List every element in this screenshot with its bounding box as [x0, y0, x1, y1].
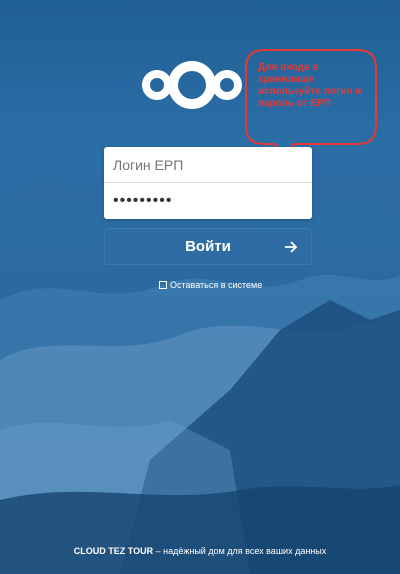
arrow-right-icon: [285, 241, 298, 253]
remember-me[interactable]: Оставаться в системе: [159, 280, 262, 290]
login-button-label: Войти: [185, 238, 231, 255]
cloud-logo-icon: [142, 61, 242, 109]
footer-tagline: – надёжный дом для всех ваших данных: [153, 546, 327, 556]
hint-text: Для входа в хранилище используйте логин …: [258, 62, 362, 109]
footer: CLOUD TEZ TOUR – надёжный дом для всех в…: [0, 546, 400, 556]
password-field[interactable]: •••••••••: [104, 183, 312, 219]
login-input[interactable]: [104, 147, 312, 183]
footer-brand: CLOUD TEZ TOUR: [73, 546, 154, 556]
login-button[interactable]: Войти: [104, 228, 312, 265]
remember-checkbox[interactable]: [159, 281, 167, 289]
remember-label: Оставаться в системе: [170, 280, 263, 290]
login-form: •••••••••: [104, 147, 312, 219]
